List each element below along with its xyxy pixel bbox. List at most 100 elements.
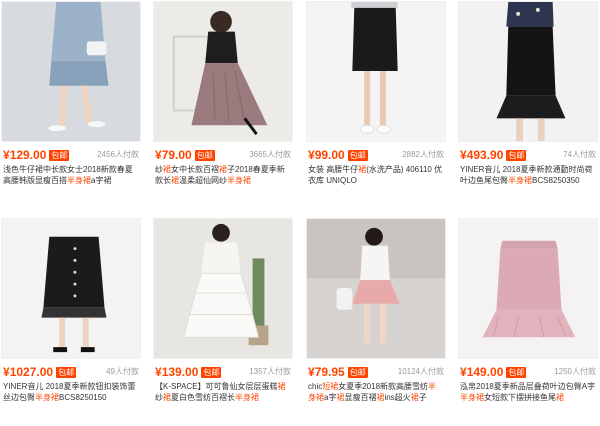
- price-row: ¥79.95 包邮 10124人付款: [306, 364, 446, 380]
- title-keyword-highlight: 裙: [171, 176, 179, 185]
- title-keyword-highlight: 半身裙: [460, 393, 484, 402]
- title-text: 纱: [155, 393, 163, 402]
- sales-count: 1250人付款: [554, 367, 596, 376]
- sales-count: 3665人付款: [249, 150, 291, 159]
- product-title[interactable]: YINER音儿 2018夏季新款通勤时尚荷叶边鱼尾包臀半身裙BCS8250350: [460, 164, 596, 186]
- product-card[interactable]: ¥493.90 包邮 74人付款 YINER音儿 2018夏季新款通勤时尚荷叶边鱼…: [458, 1, 598, 209]
- product-card[interactable]: ¥1027.00 包邮 49人付款 YINER音儿 2018夏季新款钮扣装饰蕾丝边…: [1, 218, 141, 426]
- price-row: ¥1027.00 包邮 49人付款: [1, 364, 141, 380]
- price-row: ¥139.00 包邮 1357人付款: [153, 364, 293, 380]
- title-text: 夏白色雪纺百褶长: [171, 393, 235, 402]
- title-keyword-highlight: 半身裙: [235, 393, 259, 402]
- title-keyword-highlight: 裙: [556, 393, 564, 402]
- title-text: 版: [27, 176, 35, 185]
- product-grid: ¥129.00 包邮 2456人付款 浅色牛仔裙中长款女士2018新款春夏高腰韩版…: [0, 0, 600, 426]
- product-image[interactable]: [306, 218, 446, 359]
- product-card[interactable]: ¥99.00 包邮 2882人付款 女装 高腰牛仔裙(水洗产品) 406110 优…: [306, 1, 446, 209]
- price: ¥79.95 包邮: [308, 365, 368, 379]
- price-row: ¥149.00 包邮 1250人付款: [458, 364, 598, 380]
- free-shipping-badge: 包邮: [56, 367, 77, 378]
- price: ¥79.00 包邮: [155, 148, 215, 162]
- sales-count: 1357人付款: [249, 367, 291, 376]
- title-keyword-highlight: 半身裙: [35, 393, 59, 402]
- product-title[interactable]: 女装 高腰牛仔裙(水洗产品) 406110 优衣库 UNIQLO: [308, 164, 444, 186]
- product-card[interactable]: ¥129.00 包邮 2456人付款 浅色牛仔裙中长款女士2018新款春夏高腰韩版…: [1, 1, 141, 209]
- title-keyword-highlight: 裙: [163, 393, 171, 402]
- free-shipping-badge: 包邮: [201, 367, 222, 378]
- title-text: 女短款下摆拼接鱼尾: [484, 393, 556, 402]
- title-text: 【K-SPACE】可可鲁仙女层层蛋糕: [155, 382, 278, 391]
- title-text: 显瘦百搭: [35, 176, 67, 185]
- title-text: BCS8250350: [532, 176, 580, 185]
- product-image[interactable]: [458, 218, 598, 359]
- white-tiered-skirt-photo: [154, 219, 292, 358]
- title-text: a字裙: [91, 176, 112, 185]
- product-title[interactable]: 浅色牛仔裙中长款女士2018新款春夏高腰韩版显瘦百搭半身裙a字裙: [3, 164, 139, 186]
- price-row: ¥129.00 包邮 2456人付款: [1, 147, 141, 163]
- sales-count: 49人付款: [106, 367, 139, 376]
- product-image[interactable]: [458, 1, 598, 142]
- title-keyword-highlight: 裙: [410, 393, 419, 402]
- title-keyword-highlight: 裙: [277, 382, 286, 391]
- price-row: ¥79.00 包邮 3665人付款: [153, 147, 293, 163]
- black-mermaid-skirt-photo: [459, 2, 597, 141]
- pink-ruffle-skirt-photo: [459, 219, 597, 358]
- title-text: chic: [308, 382, 323, 391]
- free-shipping-badge: 包邮: [506, 150, 527, 161]
- title-text: BCS8250150: [59, 393, 107, 402]
- title-keyword-highlight: 裙: [163, 165, 171, 174]
- title-text: 子: [418, 393, 427, 402]
- title-keyword-highlight: 短裙: [322, 382, 339, 391]
- price: ¥149.00 包邮: [460, 365, 527, 379]
- denim-skirt-photo: [2, 2, 140, 141]
- product-title[interactable]: 【K-SPACE】可可鲁仙女层层蛋糕裙纱裙夏白色雪纺百褶长半身裙: [155, 381, 291, 403]
- product-title[interactable]: 纱裙女中长款百褶裙子2018春夏季新款长裙温柔超仙网纱半身裙: [155, 164, 291, 186]
- product-title[interactable]: chic短裙女夏季2018新款高腰雪纺半身裙a字裙显瘦百褶裙ins超火裙子: [308, 381, 444, 403]
- product-card[interactable]: ¥79.00 包邮 3665人付款 纱裙女中长款百褶裙子2018春夏季新款长裙温柔…: [153, 1, 293, 209]
- free-shipping-badge: 包邮: [49, 150, 70, 161]
- price: ¥129.00 包邮: [3, 148, 70, 162]
- sales-count: 10124人付款: [397, 367, 444, 376]
- sales-count: 2882人付款: [402, 150, 444, 159]
- price: ¥99.00 包邮: [308, 148, 368, 162]
- product-card[interactable]: ¥149.00 包邮 1250人付款 泓帛2018夏季新品层叠荷叶边包臀A字半身裙…: [458, 218, 598, 426]
- product-card[interactable]: ¥139.00 包邮 1357人付款 【K-SPACE】可可鲁仙女层层蛋糕裙纱裙夏…: [153, 218, 293, 426]
- pink-mini-skirt-photo: [307, 219, 445, 358]
- lace-hem-skirt-photo: [2, 219, 140, 358]
- title-keyword-highlight: 半身裙: [227, 176, 251, 185]
- title-text: 韩: [19, 176, 27, 185]
- sales-count: 2456人付款: [97, 150, 139, 159]
- title-keyword-highlight: 半身裙: [67, 176, 91, 185]
- title-text: 女夏季2018新款高腰雪纺: [338, 382, 429, 391]
- title-text: 温柔超仙网纱: [179, 176, 227, 185]
- title-keyword-highlight: 裙: [219, 165, 227, 174]
- black-pencil-skirt-photo: [307, 2, 445, 141]
- price: ¥493.90 包邮: [460, 148, 527, 162]
- title-text: 纱: [155, 165, 163, 174]
- product-image[interactable]: [1, 218, 141, 359]
- product-title[interactable]: 泓帛2018夏季新品层叠荷叶边包臀A字半身裙女短款下摆拼接鱼尾裙: [460, 381, 596, 403]
- title-text: 显瘦百: [344, 393, 369, 402]
- free-shipping-badge: 包邮: [194, 150, 215, 161]
- title-text: ins超火: [384, 393, 411, 402]
- title-text: a字: [324, 393, 337, 402]
- title-text: 女装 高腰牛仔: [308, 165, 359, 174]
- free-shipping-badge: 包邮: [347, 150, 368, 161]
- product-title[interactable]: YINER音儿 2018夏季新款钮扣装饰蕾丝边包臀半身裙BCS8250150: [3, 381, 139, 403]
- pleated-tulle-skirt-photo: [154, 2, 292, 141]
- price: ¥1027.00 包邮: [3, 365, 77, 379]
- sales-count: 74人付款: [563, 150, 596, 159]
- title-text: 泓帛2018夏季新品层叠荷叶边包臀A字: [460, 382, 596, 391]
- free-shipping-badge: 包邮: [506, 367, 527, 378]
- product-image[interactable]: [306, 1, 446, 142]
- product-image[interactable]: [153, 218, 293, 359]
- title-text: 女中长款百褶: [171, 165, 219, 174]
- title-keyword-highlight: 半身裙: [508, 176, 532, 185]
- price: ¥139.00 包邮: [155, 365, 222, 379]
- product-image[interactable]: [153, 1, 293, 142]
- price-row: ¥99.00 包邮 2882人付款: [306, 147, 446, 163]
- product-image[interactable]: [1, 1, 141, 142]
- free-shipping-badge: 包邮: [347, 367, 368, 378]
- price-row: ¥493.90 包邮 74人付款: [458, 147, 598, 163]
- product-card[interactable]: ¥79.95 包邮 10124人付款 chic短裙女夏季2018新款高腰雪纺半身裙…: [306, 218, 446, 426]
